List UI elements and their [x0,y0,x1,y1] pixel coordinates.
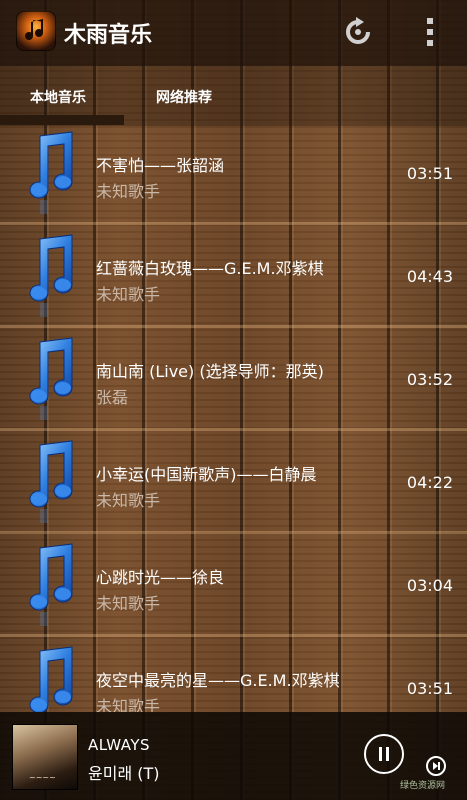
music-note-icon [20,645,78,712]
song-title: 南山南 (Live) (选择导师：那英) [96,362,324,381]
app-logo-icon [16,11,56,51]
song-row[interactable]: 不害怕——张韶涵 未知歌手 03:51 [0,122,467,225]
song-title: 小幸运(中国新歌声)——白静晨 [96,465,317,484]
album-cover[interactable]: ~~~~ [12,724,78,790]
song-artist: 未知歌手 [96,697,161,712]
music-note-icon [20,542,78,628]
app-header: 木雨音乐 [0,0,467,66]
song-duration: 03:04 [406,576,453,595]
song-duration: 03:51 [406,164,453,183]
song-duration: 04:43 [406,267,453,286]
song-title: 红蔷薇白玫瑰——G.E.M.邓紫棋 [96,259,324,278]
music-note-icon [20,439,78,525]
pause-icon[interactable] [364,734,404,774]
song-row[interactable]: 夜空中最亮的星——G.E.M.邓紫棋 未知歌手 03:51 [0,637,467,712]
song-title: 夜空中最亮的星——G.E.M.邓紫棋 [96,671,340,690]
now-playing-title: ALWAYS [88,736,151,754]
music-note-icon [20,233,78,319]
tab-local-music[interactable]: 本地音乐 [30,87,86,107]
song-duration: 04:22 [406,473,453,492]
song-duration: 03:51 [406,679,453,698]
refresh-icon[interactable] [342,16,374,48]
music-note-icon [20,130,78,216]
app-title: 木雨音乐 [64,23,153,48]
song-artist: 未知歌手 [96,491,161,510]
song-artist: 未知歌手 [96,285,161,304]
song-title: 不害怕——张韶涵 [96,156,225,175]
song-row[interactable]: 小幸运(中国新歌声)——白静晨 未知歌手 04:22 [0,431,467,534]
song-artist: 张磊 [96,388,129,407]
song-artist: 未知歌手 [96,594,161,613]
now-playing-bar[interactable]: ~~~~ ALWAYS 윤미래 (T) [0,712,467,800]
more-vertical-icon[interactable] [418,16,442,48]
song-row[interactable]: 南山南 (Live) (选择导师：那英) 张磊 03:52 [0,328,467,431]
album-cover-art-text: ~~~~ [29,773,56,782]
tab-online-recommend[interactable]: 网络推荐 [156,87,212,107]
next-track-icon[interactable] [426,756,446,776]
watermark: 绿色资源网 [400,781,446,791]
song-row[interactable]: 心跳时光——徐良 未知歌手 03:04 [0,534,467,637]
song-list: 不害怕——张韶涵 未知歌手 03:51 红蔷薇白玫瑰——G.E.M.邓紫棋 未知… [0,122,467,712]
song-duration: 03:52 [406,370,453,389]
song-title: 心跳时光——徐良 [96,568,225,587]
now-playing-artist: 윤미래 (T) [88,764,160,783]
song-artist: 未知歌手 [96,182,161,201]
song-row[interactable]: 红蔷薇白玫瑰——G.E.M.邓紫棋 未知歌手 04:43 [0,225,467,328]
music-note-icon [20,336,78,422]
